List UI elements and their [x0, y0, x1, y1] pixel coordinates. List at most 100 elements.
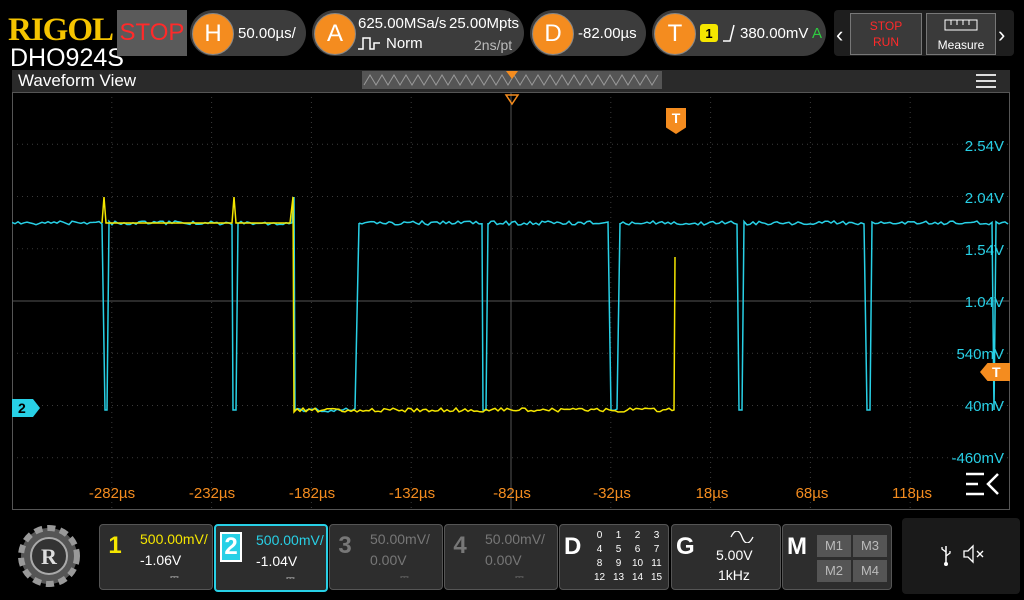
ch3-scale: 50.00mV/	[370, 531, 430, 547]
digital-channel-label: 0	[590, 529, 609, 543]
x-label: -232µs	[189, 485, 235, 502]
channel-3-box[interactable]: 3 50.00mV/ 0.00V ⎓	[329, 524, 443, 590]
ch1-offset: -1.06V	[140, 552, 181, 568]
acquire-mode: Norm	[386, 35, 423, 52]
ch3-offset: 0.00V	[370, 552, 407, 568]
x-label: -282µs	[89, 485, 135, 502]
speaker-muted-icon[interactable]	[962, 544, 986, 564]
y-label: 1.54V	[965, 242, 1004, 259]
waveform-view-title: Waveform View	[18, 71, 136, 91]
math-m4-button[interactable]: M4	[853, 560, 887, 582]
digital-row: 8 9 10 11	[590, 557, 666, 571]
digital-channel-label: 8	[590, 557, 609, 571]
ruler-icon	[944, 19, 978, 31]
graticule	[12, 92, 1010, 510]
digital-channel-label: 15	[647, 571, 666, 585]
menu-icon[interactable]	[976, 74, 996, 88]
status-area	[902, 518, 1020, 594]
x-label: -82µs	[493, 485, 531, 502]
ch2-trace	[12, 197, 1008, 412]
math-m3-button[interactable]: M3	[853, 535, 887, 557]
ch2-number: 2	[220, 532, 242, 562]
math-key: M	[787, 533, 807, 561]
digital-row: 12 13 14 15	[590, 571, 666, 585]
rigol-logo: RIGOL	[8, 14, 113, 47]
y-label: 540mV	[956, 346, 1004, 363]
dc-coupling-icon: ⎓	[400, 571, 409, 584]
model-name: DHO924S	[10, 46, 124, 71]
digital-key: D	[564, 533, 581, 561]
y-label: 1.04V	[965, 294, 1004, 311]
digital-row: 4 5 6 7	[590, 543, 666, 557]
rising-edge-icon	[722, 24, 736, 42]
ch1-trace	[102, 197, 675, 412]
channel-1-box[interactable]: 1 500.00mV/ -1.06V ⎓	[99, 524, 213, 590]
acquire-key[interactable]: A	[314, 13, 356, 55]
memory-depth: 25.00Mpts	[449, 15, 519, 32]
ch4-scale: 50.00mV/	[485, 531, 545, 547]
x-label: -182µs	[289, 485, 335, 502]
stop-run-button[interactable]: STOP RUN	[850, 13, 922, 55]
generator-amplitude: 5.00V	[716, 547, 753, 563]
digital-channel-label: 1	[609, 529, 628, 543]
chevron-left-icon[interactable]: ‹	[836, 22, 843, 48]
trigger-key[interactable]: T	[654, 13, 696, 55]
digital-channel-label: 5	[609, 543, 628, 557]
waveform-grid[interactable]	[12, 92, 1010, 510]
run-state-indicator[interactable]: STOP	[117, 10, 187, 56]
digital-channel-label: 6	[628, 543, 647, 557]
math-m2-button[interactable]: M2	[817, 560, 851, 582]
ch1-scale: 500.00mV/	[140, 531, 208, 547]
delay-value: -82.00µs	[578, 25, 637, 42]
x-label: 18µs	[696, 485, 729, 502]
sine-wave-icon	[730, 531, 754, 543]
horizontal-key[interactable]: H	[192, 13, 234, 55]
ch1-number: 1	[104, 531, 126, 561]
generator-key: G	[676, 533, 695, 561]
y-label: 40mV	[965, 398, 1004, 415]
digital-channel-label: 14	[628, 571, 647, 585]
digital-row: 0 1 2 3	[590, 529, 666, 543]
digital-channel-label: 13	[609, 571, 628, 585]
sample-rate: 625.00MSa/s	[358, 15, 446, 32]
channel-4-box[interactable]: 4 50.00mV/ 0.00V ⎓	[444, 524, 558, 590]
ch4-number: 4	[449, 531, 471, 561]
digital-channel-label: 10	[628, 557, 647, 571]
digital-channel-grid: 0 1 2 3 4 5 6 7 8 9 10 11 12 13 14 15	[590, 529, 666, 585]
trigger-mode: A	[812, 25, 822, 42]
x-label: -132µs	[389, 485, 435, 502]
trigger-source-badge: 1	[700, 24, 718, 42]
x-label: 68µs	[796, 485, 829, 502]
trigger-level: 380.00mV	[740, 25, 808, 42]
x-label: -32µs	[593, 485, 631, 502]
collapse-menu-icon[interactable]	[964, 470, 1000, 498]
digital-channel-label: 9	[609, 557, 628, 571]
x-label: 118µs	[892, 485, 932, 502]
memory-overview-bar[interactable]	[362, 71, 662, 89]
ch4-offset: 0.00V	[485, 552, 522, 568]
digital-channel-label: 3	[647, 529, 666, 543]
channel-2-box[interactable]: 2 500.00mV/ -1.04V ⎓	[214, 524, 328, 592]
y-label: 2.04V	[965, 190, 1004, 207]
y-label: -460mV	[951, 450, 1004, 467]
generator-box[interactable]: G 5.00V 1kHz	[671, 524, 781, 590]
chevron-right-icon[interactable]: ›	[998, 22, 1005, 48]
delay-key[interactable]: D	[532, 13, 574, 55]
run-label: RUN	[851, 35, 921, 49]
svg-text:R: R	[41, 544, 58, 569]
ch2-offset: -1.04V	[256, 553, 297, 569]
y-label: 2.54V	[965, 138, 1004, 155]
digital-channel-label: 4	[590, 543, 609, 557]
math-m1-button[interactable]: M1	[817, 535, 851, 557]
generator-frequency: 1kHz	[718, 567, 750, 583]
dc-coupling-icon: ⎓	[170, 571, 179, 584]
trigger-position-marker	[506, 95, 518, 104]
digital-channel-label: 11	[647, 557, 666, 571]
math-box[interactable]: M M1 M3 M2 M4	[782, 524, 892, 590]
measure-button[interactable]: Measure	[926, 13, 996, 55]
home-gear-icon[interactable]: R	[10, 520, 88, 592]
digital-channels-box[interactable]: D 0 1 2 3 4 5 6 7 8 9 10 11 12 13 14 15	[559, 524, 669, 590]
digital-channel-label: 2	[628, 529, 647, 543]
resolution: 2ns/pt	[474, 37, 512, 53]
acquire-mode-icon	[358, 35, 380, 51]
